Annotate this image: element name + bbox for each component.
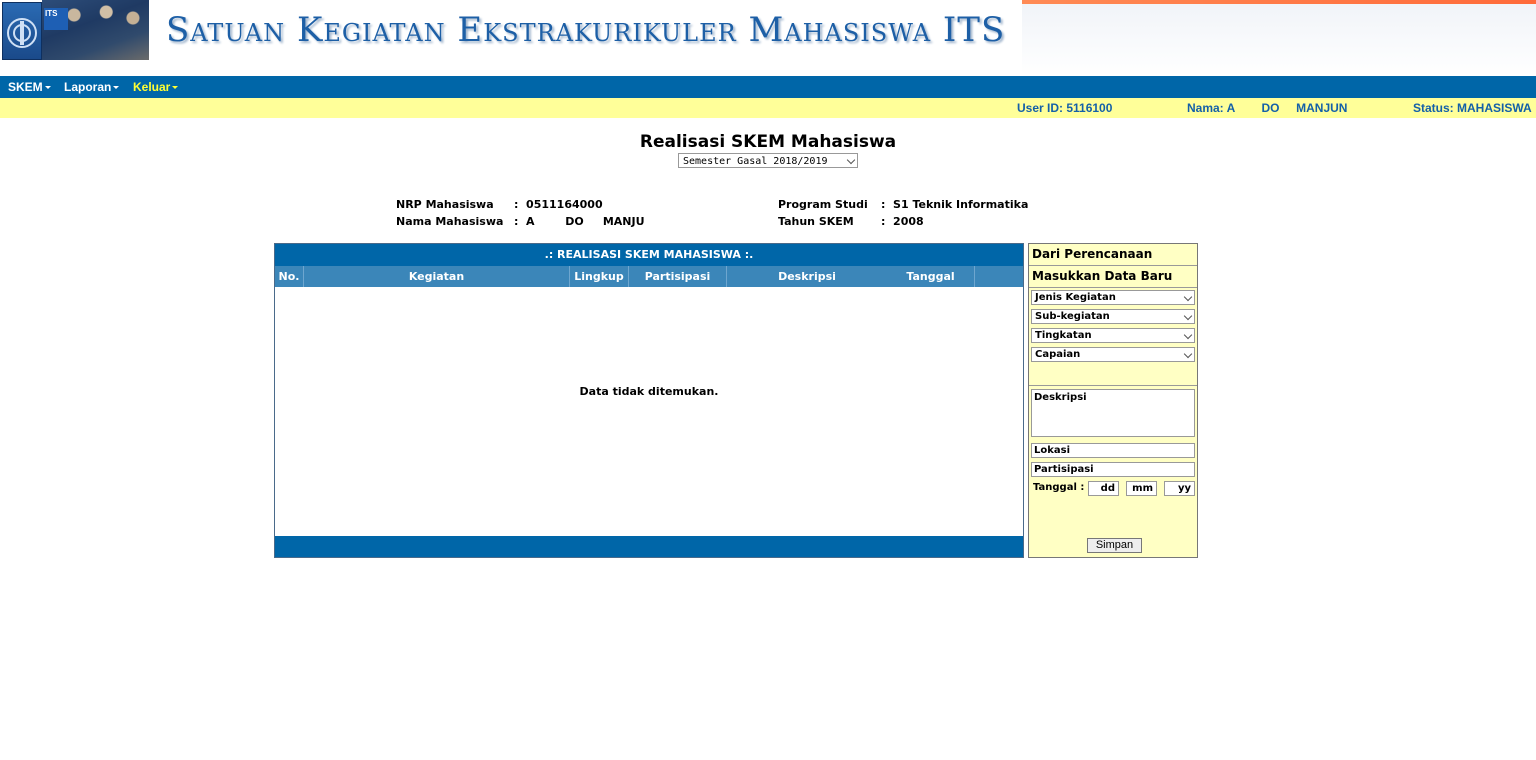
partisipasi-input[interactable]: Partisipasi <box>1031 462 1195 477</box>
its-emblem-icon <box>7 18 37 48</box>
table-title: .: REALISASI SKEM MAHASISWA :. <box>275 244 1023 266</box>
its-logo <box>2 2 42 60</box>
photo-its-badge: ITS <box>44 8 68 30</box>
input-side-panel: Dari Perencanaan Masukkan Data Baru Jeni… <box>1028 243 1198 558</box>
jenis-kegiatan-value: Jenis Kegiatan <box>1035 292 1116 303</box>
col-partisipasi: Partisipasi <box>629 266 727 287</box>
chevron-down-icon <box>1183 292 1193 302</box>
capaian-select[interactable]: Capaian <box>1031 347 1195 362</box>
tingkatan-select[interactable]: Tingkatan <box>1031 328 1195 343</box>
semester-select-value: Semester Gasal 2018/2019 <box>683 156 828 167</box>
table-header-row: No. Kegiatan Lingkup Partisipasi Deskrip… <box>275 266 1023 287</box>
empty-message: Data tidak ditemukan. <box>579 385 719 398</box>
sub-kegiatan-select[interactable]: Sub-kegiatan <box>1031 309 1195 324</box>
nav-skem[interactable]: SKEM <box>8 80 51 94</box>
user-info-bar: User ID: 5116100 Nama: A DO MANJUN Statu… <box>0 98 1536 118</box>
caret-down-icon <box>113 86 120 90</box>
divider <box>1029 385 1197 386</box>
lokasi-input[interactable]: Lokasi <box>1031 443 1195 458</box>
from-plan-link[interactable]: Dari Perencanaan <box>1029 244 1197 266</box>
nav-keluar-label: Keluar <box>133 80 171 94</box>
caret-down-icon <box>172 86 179 90</box>
date-dd-input[interactable]: dd <box>1088 481 1119 496</box>
new-data-link[interactable]: Masukkan Data Baru <box>1029 266 1197 288</box>
tingkatan-value: Tingkatan <box>1035 330 1092 341</box>
header-banner: ITS Satuan Kegiatan Ekstrakurikuler Maha… <box>0 0 1536 76</box>
nrp-value: : 0511164000 <box>514 198 603 211</box>
col-tanggal: Tanggal <box>887 266 975 287</box>
chevron-down-icon <box>846 155 856 165</box>
tahun-label: Tahun SKEM <box>778 215 854 228</box>
deskripsi-textarea[interactable]: Deskripsi <box>1031 389 1195 437</box>
sub-kegiatan-value: Sub-kegiatan <box>1035 311 1110 322</box>
date-mm-input[interactable]: mm <box>1126 481 1157 496</box>
capaian-value: Capaian <box>1035 349 1081 360</box>
nrp-label: NRP Mahasiswa <box>396 198 494 211</box>
nama-value: : A DO MANJU <box>514 215 645 228</box>
col-lingkup: Lingkup <box>570 266 629 287</box>
page-title: Realisasi SKEM Mahasiswa <box>639 132 897 152</box>
col-no: No. <box>275 266 304 287</box>
tanggal-label: Tanggal : <box>1033 482 1085 493</box>
jenis-kegiatan-select[interactable]: Jenis Kegiatan <box>1031 290 1195 305</box>
save-button[interactable]: Simpan <box>1087 538 1142 553</box>
header-right-gradient <box>1022 0 1536 76</box>
main-navbar: SKEM Laporan Keluar <box>0 76 1536 98</box>
nav-keluar[interactable]: Keluar <box>133 80 179 94</box>
tahun-value: : 2008 <box>881 215 924 228</box>
prodi-label: Program Studi <box>778 198 868 211</box>
banner-title: Satuan Kegiatan Ekstrakurikuler Mahasisw… <box>166 10 1006 50</box>
user-name: Nama: A DO MANJUN <box>1187 101 1348 115</box>
semester-select[interactable]: Semester Gasal 2018/2019 <box>678 153 858 168</box>
caret-down-icon <box>44 86 51 90</box>
col-deskripsi: Deskripsi <box>778 270 836 283</box>
prodi-value: : S1 Teknik Informatika <box>881 198 1029 211</box>
col-kegiatan: Kegiatan <box>304 266 570 287</box>
chevron-down-icon <box>1183 349 1193 359</box>
nav-laporan-label: Laporan <box>64 80 112 94</box>
user-status: Status: MAHASISWA <box>1413 101 1532 115</box>
header-photo: ITS <box>42 0 149 60</box>
table-footer <box>275 536 1023 557</box>
nav-laporan[interactable]: Laporan <box>64 80 120 94</box>
realisasi-table: .: REALISASI SKEM MAHASISWA :. No. Kegia… <box>274 243 1024 558</box>
chevron-down-icon <box>1183 311 1193 321</box>
date-yy-input[interactable]: yy <box>1164 481 1195 496</box>
nav-skem-label: SKEM <box>8 80 43 94</box>
nama-label: Nama Mahasiswa <box>396 215 504 228</box>
user-id: User ID: 5116100 <box>1017 101 1113 115</box>
chevron-down-icon <box>1183 330 1193 340</box>
